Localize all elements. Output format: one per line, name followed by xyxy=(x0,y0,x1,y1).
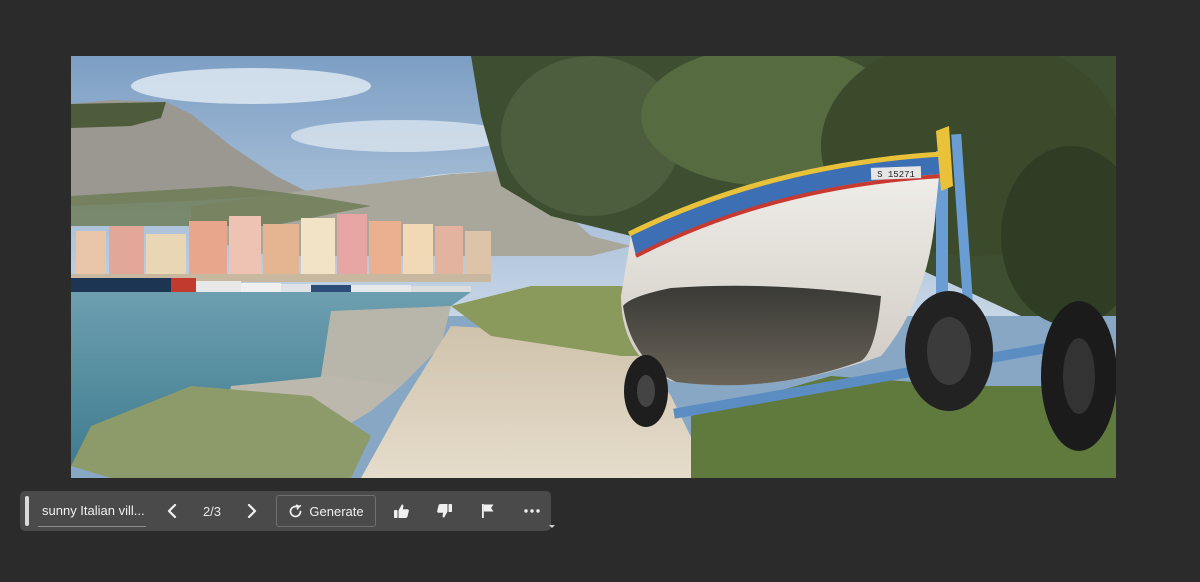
more-horizontal-icon xyxy=(524,509,540,513)
generation-toolbar: sunny Italian vill... 2/3 Generate xyxy=(20,491,555,531)
thumbs-down-icon xyxy=(436,504,452,518)
thumbs-down-button[interactable] xyxy=(429,496,459,526)
previous-variation-button[interactable] xyxy=(157,496,187,526)
thumbs-up-button[interactable] xyxy=(386,496,416,526)
prompt-input[interactable]: sunny Italian vill... xyxy=(38,495,146,527)
prompt-text: sunny Italian vill... xyxy=(42,503,145,518)
generate-refresh-icon xyxy=(288,503,303,519)
flag-icon xyxy=(481,504,493,518)
chevron-right-icon xyxy=(247,504,257,518)
next-variation-button[interactable] xyxy=(237,496,267,526)
more-options-button[interactable] xyxy=(517,496,555,528)
generated-image[interactable]: S 15271 xyxy=(71,56,1116,478)
app-canvas: S 15271 sunny Italian vill... 2/3 Genera… xyxy=(0,0,1200,582)
chevron-left-icon xyxy=(167,504,177,518)
generate-button[interactable]: Generate xyxy=(276,495,376,527)
generated-image-render: S 15271 xyxy=(71,56,1116,478)
variation-counter: 2/3 xyxy=(202,503,222,519)
thumbs-up-icon xyxy=(393,504,409,518)
drag-handle[interactable] xyxy=(25,496,29,526)
dropdown-corner-indicator xyxy=(549,525,555,528)
report-button[interactable] xyxy=(472,496,502,526)
generate-label: Generate xyxy=(309,503,364,519)
boat-registration: S 15271 xyxy=(877,170,915,180)
